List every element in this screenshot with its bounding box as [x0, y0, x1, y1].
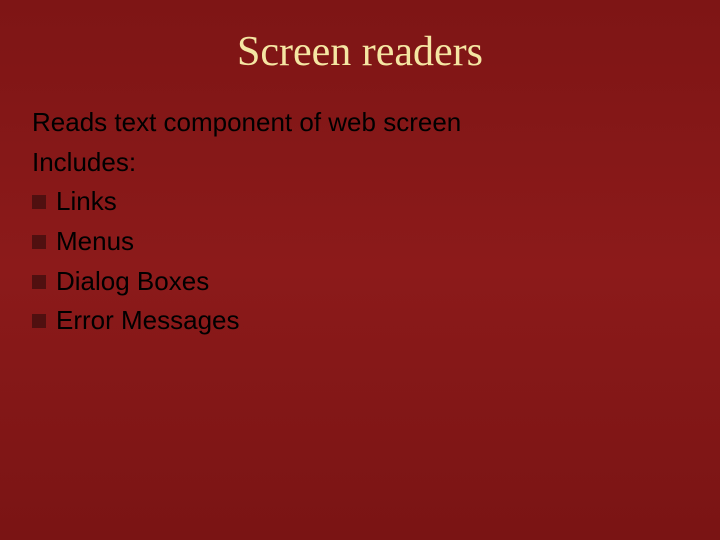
list-item-label: Dialog Boxes: [56, 263, 209, 301]
square-bullet-icon: [32, 195, 46, 209]
slide-container: Screen readers Reads text component of w…: [0, 0, 720, 540]
list-item-label: Links: [56, 183, 117, 221]
bullet-list: Links Menus Dialog Boxes Error Messages: [32, 183, 688, 340]
slide-body: Reads text component of web screen Inclu…: [32, 104, 688, 340]
includes-label: Includes:: [32, 144, 688, 182]
slide-title: Screen readers: [32, 28, 688, 76]
list-item-label: Menus: [56, 223, 134, 261]
list-item: Error Messages: [32, 302, 688, 340]
square-bullet-icon: [32, 314, 46, 328]
list-item: Links: [32, 183, 688, 221]
square-bullet-icon: [32, 275, 46, 289]
list-item: Menus: [32, 223, 688, 261]
intro-text: Reads text component of web screen: [32, 104, 688, 142]
list-item: Dialog Boxes: [32, 263, 688, 301]
square-bullet-icon: [32, 235, 46, 249]
list-item-label: Error Messages: [56, 302, 240, 340]
